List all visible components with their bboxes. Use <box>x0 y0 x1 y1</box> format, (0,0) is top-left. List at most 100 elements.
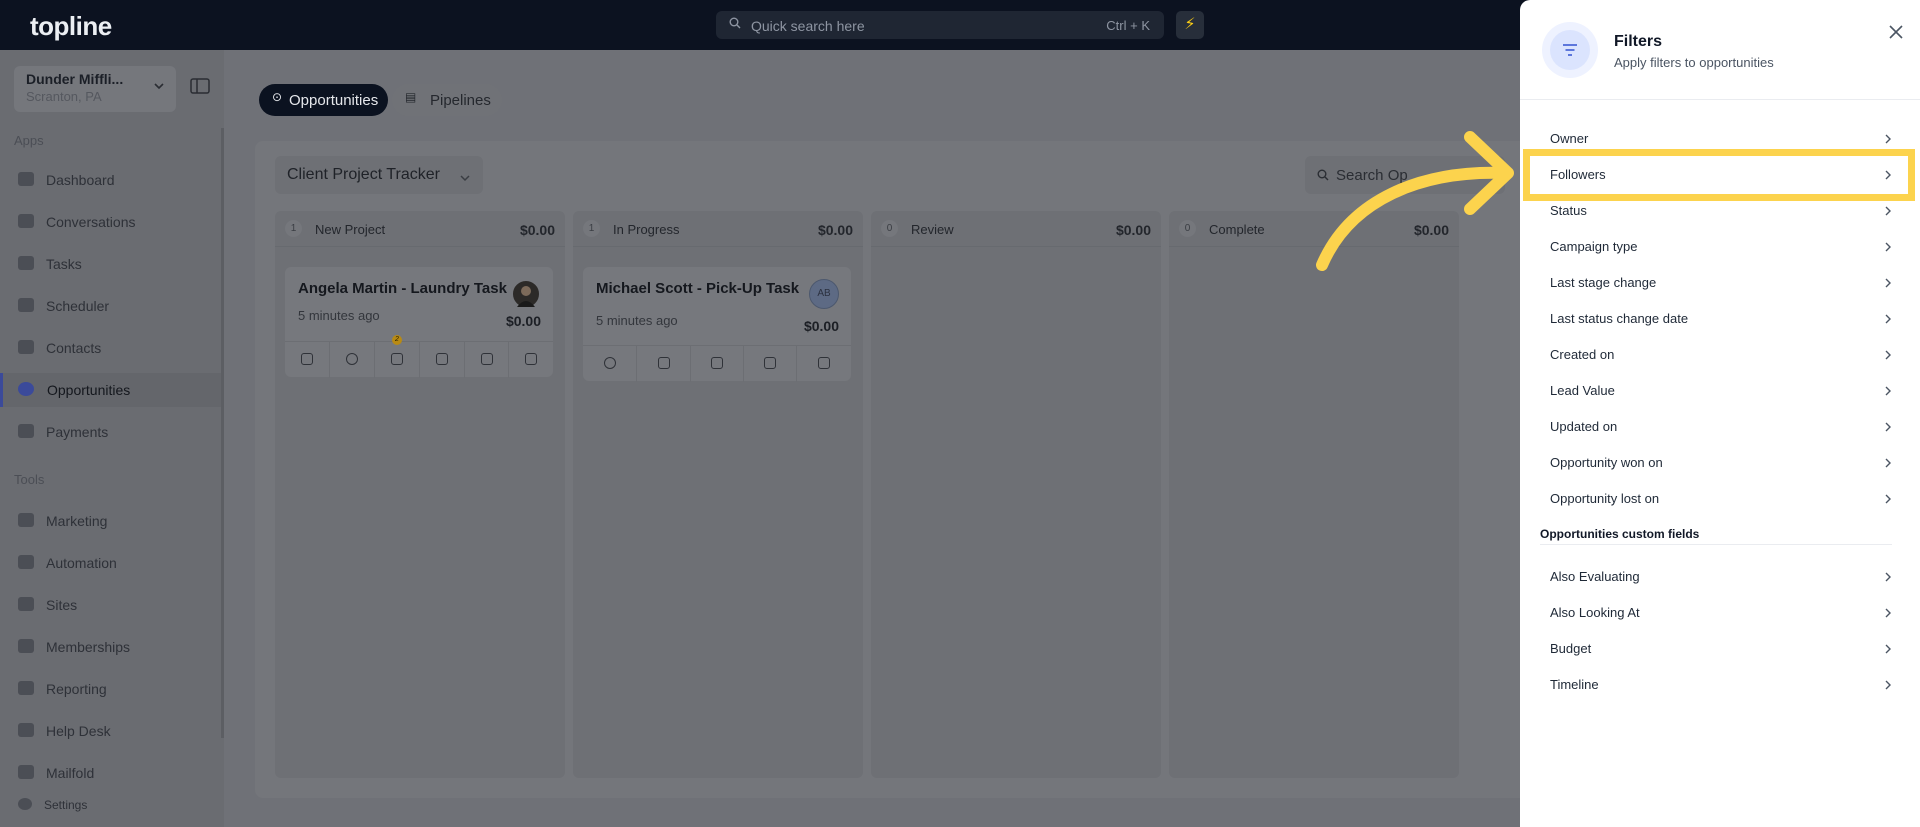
column-total: $0.00 <box>519 222 555 238</box>
sidebar-item-scheduler[interactable]: Scheduler <box>0 289 222 323</box>
filter-item-created-on[interactable]: Created on <box>1550 339 1900 369</box>
message-icon[interactable] <box>330 342 375 378</box>
search-shortcut: Ctrl + K <box>1106 18 1150 33</box>
filter-item-timeline[interactable]: Timeline <box>1550 669 1900 699</box>
filter-item-label: Updated on <box>1550 419 1618 434</box>
app-logo[interactable]: topline <box>30 11 112 42</box>
sidebar-item-label: Settings <box>44 798 88 812</box>
filter-item-label: Campaign type <box>1550 239 1638 254</box>
sidebar-item-help-desk[interactable]: Help Desk <box>0 714 222 748</box>
column-count: 0 <box>881 220 898 237</box>
sidebar-item-label: Contacts <box>46 340 102 356</box>
close-icon[interactable] <box>1884 20 1908 44</box>
task-icon[interactable] <box>465 342 509 378</box>
pipeline-selector[interactable]: Client Project Tracker <box>275 156 483 194</box>
filter-icon-halo <box>1542 22 1598 78</box>
filter-item-also-looking-at[interactable]: Also Looking At <box>1550 597 1900 627</box>
sidebar-item-mailfold[interactable]: Mailfold <box>0 756 222 790</box>
chevron-right-icon <box>1884 606 1892 624</box>
filter-item-label: Last status change date <box>1550 311 1689 326</box>
note-icon[interactable] <box>691 346 744 382</box>
filter-item-label: Opportunity lost on <box>1550 491 1660 506</box>
task-icon[interactable] <box>744 346 797 382</box>
tag-icon[interactable] <box>637 346 691 382</box>
annotation-arrow <box>1316 131 1514 271</box>
sidebar-item-label: Dashboard <box>46 172 115 188</box>
location-switcher[interactable]: Dunder Miffli... Scranton, PA <box>14 66 176 112</box>
sidebar-item-label: Marketing <box>46 513 108 529</box>
chevron-down-icon <box>459 170 471 188</box>
column-name: In Progress <box>613 222 680 237</box>
card-actions: 2 <box>285 335 553 378</box>
filter-item-last-status-change-date[interactable]: Last status change date <box>1550 303 1900 333</box>
calendar-icon <box>18 298 34 312</box>
chevron-right-icon <box>1884 240 1892 258</box>
pipeline-icon: ▤ <box>405 90 417 104</box>
sidebar-item-reporting[interactable]: Reporting <box>0 672 222 706</box>
filter-item-last-stage-change[interactable]: Last stage change <box>1550 267 1900 297</box>
stage-column-in-progress: 1 In Progress $0.00 Michael Scott - Pick… <box>573 211 863 778</box>
message-icon[interactable] <box>583 346 637 382</box>
sidebar-item-memberships[interactable]: Memberships <box>0 630 222 664</box>
opportunity-card[interactable]: Michael Scott - Pick-Up Task 5 minutes a… <box>583 267 851 382</box>
appointment-icon[interactable] <box>797 346 851 382</box>
column-header: 1 In Progress $0.00 <box>573 211 863 247</box>
filter-item-lead-value[interactable]: Lead Value <box>1550 375 1900 405</box>
tag-icon[interactable]: 2 <box>375 335 420 378</box>
filter-item-opportunity-lost-on[interactable]: Opportunity lost on <box>1550 483 1900 513</box>
column-name: Complete <box>1209 222 1265 237</box>
tab-opportunities[interactable]: ⊙ Opportunities <box>259 84 388 116</box>
sidebar-scrollbar[interactable] <box>221 128 224 738</box>
filter-item-campaign-type[interactable]: Campaign type <box>1550 231 1900 261</box>
sidebar-item-payments[interactable]: Payments <box>0 415 222 449</box>
filter-item-label: Also Evaluating <box>1550 569 1640 584</box>
lightning-icon[interactable]: ⚡ <box>1176 11 1204 39</box>
appointment-icon[interactable] <box>509 342 553 378</box>
chevron-right-icon <box>1884 492 1892 510</box>
stage-column-complete: 0 Complete $0.00 <box>1169 211 1459 778</box>
sidebar-item-conversations[interactable]: Conversations <box>0 205 222 239</box>
column-total: $0.00 <box>1115 222 1151 238</box>
avatar[interactable]: AB <box>809 279 839 309</box>
chevron-right-icon <box>1884 312 1892 330</box>
opportunity-card[interactable]: Angela Martin - Laundry Task 5 minutes a… <box>285 267 553 378</box>
filter-item-label: Opportunity won on <box>1550 455 1663 470</box>
sidebar-item-tasks[interactable]: Tasks <box>0 247 222 281</box>
sidebar-collapse-icon[interactable] <box>190 78 210 99</box>
chevron-right-icon <box>1884 348 1892 366</box>
sidebar-item-contacts[interactable]: Contacts <box>0 331 222 365</box>
tab-label: Pipelines <box>430 92 491 109</box>
sidebar-item-dashboard[interactable]: Dashboard <box>0 163 222 197</box>
avatar[interactable] <box>511 279 541 309</box>
sidebar-item-opportunities[interactable]: Opportunities <box>0 373 222 407</box>
sidebar-item-sites[interactable]: Sites <box>0 588 222 622</box>
note-icon[interactable] <box>420 342 465 378</box>
sidebar-item-marketing[interactable]: Marketing <box>0 504 222 538</box>
dollar-circle-icon: ⊙ <box>272 90 283 104</box>
chevron-right-icon <box>1884 384 1892 402</box>
sidebar-item-automation[interactable]: Automation <box>0 546 222 580</box>
mail-icon <box>18 765 34 779</box>
filter-item-budget[interactable]: Budget <box>1550 633 1900 663</box>
card-timestamp: 5 minutes ago <box>596 313 678 328</box>
highlight-box <box>1523 149 1915 201</box>
filter-item-label: Status <box>1550 203 1587 218</box>
column-header: 0 Review $0.00 <box>871 211 1161 247</box>
quick-search-bar[interactable]: Quick search here Ctrl + K <box>716 11 1164 39</box>
tab-label: Opportunities <box>289 92 379 109</box>
tab-pipelines[interactable]: ▤ Pipelines <box>392 84 502 116</box>
filters-header: Filters Apply filters to opportunities <box>1520 0 1920 100</box>
automation-icon <box>18 555 34 569</box>
megaphone-icon <box>18 513 34 527</box>
membership-icon <box>18 639 34 653</box>
phone-icon[interactable] <box>285 342 330 378</box>
chevron-right-icon <box>1884 456 1892 474</box>
filter-item-opportunity-won-on[interactable]: Opportunity won on <box>1550 447 1900 477</box>
column-total: $0.00 <box>817 222 853 238</box>
filter-item-also-evaluating[interactable]: Also Evaluating <box>1550 561 1900 591</box>
filters-subtitle: Apply filters to opportunities <box>1614 55 1774 70</box>
sidebar-item-label: Automation <box>46 555 117 571</box>
sidebar-item-settings[interactable]: Settings <box>0 790 222 820</box>
filter-item-updated-on[interactable]: Updated on <box>1550 411 1900 441</box>
sidebar-item-label: Conversations <box>46 214 136 230</box>
